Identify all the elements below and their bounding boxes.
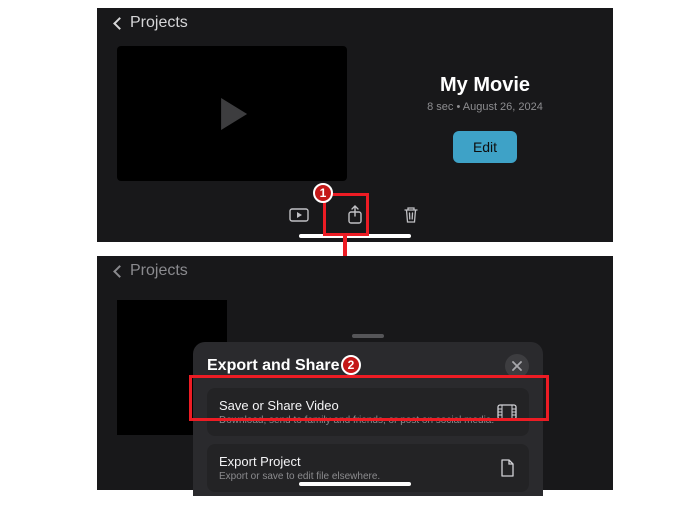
- item-title: Export Project: [219, 454, 380, 469]
- item-text: Export Project Export or save to edit fi…: [219, 454, 380, 482]
- project-title: My Movie: [440, 74, 530, 97]
- project-thumbnail[interactable]: [117, 46, 347, 181]
- trash-icon: [403, 206, 419, 224]
- chevron-left-icon: [113, 17, 126, 30]
- play-fullscreen-button[interactable]: [288, 204, 310, 226]
- play-icon[interactable]: [221, 98, 247, 130]
- project-summary: My Movie 8 sec • August 26, 2024 Edit: [97, 38, 613, 196]
- project-meta: 8 sec • August 26, 2024: [427, 101, 543, 113]
- back-label: Projects: [130, 14, 188, 32]
- delete-button[interactable]: [400, 204, 422, 226]
- close-icon: [512, 361, 522, 371]
- edit-button[interactable]: Edit: [453, 131, 517, 163]
- item-subtitle: Export or save to edit file elsewhere.: [219, 471, 380, 482]
- back-label: Projects: [130, 262, 188, 280]
- sheet-title: Export and Share: [207, 357, 339, 375]
- chevron-left-icon: [113, 265, 126, 278]
- project-info: My Movie 8 sec • August 26, 2024 Edit: [377, 46, 593, 196]
- back-projects-dim[interactable]: Projects: [97, 256, 613, 286]
- annotation-badge-2: 2: [341, 355, 361, 375]
- home-indicator: [299, 482, 411, 486]
- play-rect-icon: [289, 208, 309, 222]
- annotation-badge-1: 1: [313, 183, 333, 203]
- document-icon: [497, 459, 517, 477]
- annotation-highlight-save-share: [189, 375, 549, 421]
- back-projects[interactable]: Projects: [97, 8, 613, 38]
- sheet-grabber[interactable]: [352, 334, 384, 338]
